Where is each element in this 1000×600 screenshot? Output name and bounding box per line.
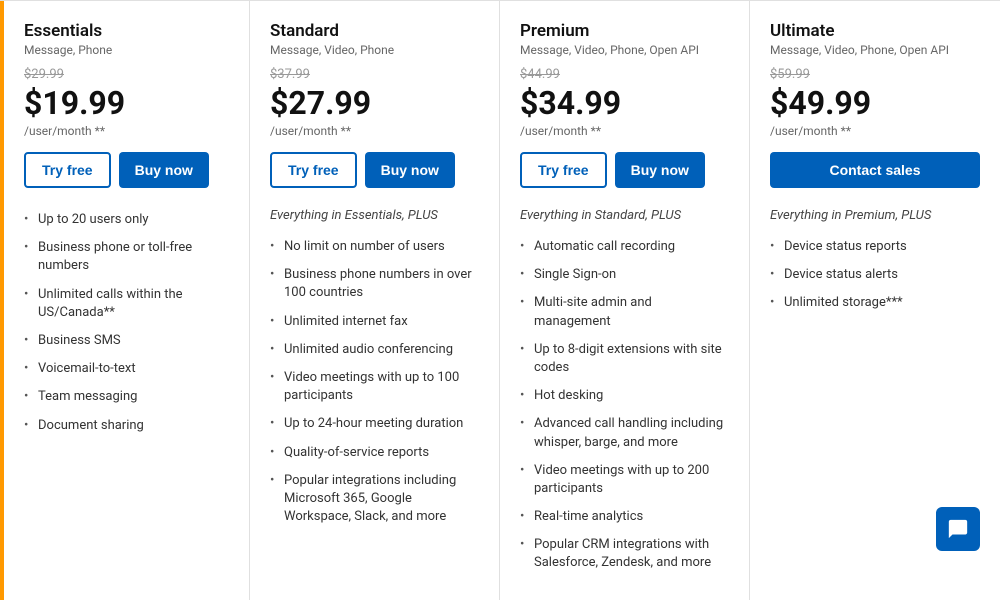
- list-item: Quality-of-service reports: [270, 441, 479, 465]
- list-item: Video meetings with up to 100 participan…: [270, 366, 479, 408]
- list-item: Popular integrations including Microsoft…: [270, 469, 479, 530]
- price-note-standard: /user/month **: [270, 124, 479, 138]
- section-label-premium: Everything in Standard, PLUS: [520, 208, 729, 223]
- chat-bubble[interactable]: [936, 507, 980, 551]
- feature-list-premium: Automatic call recording Single Sign-on Mu…: [520, 235, 729, 576]
- section-label-standard: Everything in Essentials, PLUS: [270, 208, 479, 223]
- contact-sales-button[interactable]: Contact sales: [770, 152, 980, 188]
- original-price-premium: $44.99: [520, 67, 729, 82]
- original-price-essentials: $29.99: [24, 67, 229, 82]
- price-note-essentials: /user/month **: [24, 124, 229, 138]
- btn-row-premium: Try free Buy now: [520, 152, 729, 188]
- btn-row-essentials: Try free Buy now: [24, 152, 229, 188]
- section-label-ultimate: Everything in Premium, PLUS: [770, 208, 980, 223]
- plan-channels-ultimate: Message, Video, Phone, Open API: [770, 43, 980, 57]
- current-price-essentials: $19.99: [24, 84, 229, 122]
- list-item: Automatic call recording: [520, 235, 729, 259]
- btn-row-standard: Try free Buy now: [270, 152, 479, 188]
- current-price-ultimate: $49.99: [770, 84, 980, 122]
- list-item: Popular CRM integrations with Salesforce…: [520, 533, 729, 575]
- list-item: Single Sign-on: [520, 263, 729, 287]
- plan-channels-essentials: Message, Phone: [24, 43, 229, 57]
- price-note-ultimate: /user/month **: [770, 124, 980, 138]
- list-item: Voicemail-to-text: [24, 357, 229, 381]
- list-item: Hot desking: [520, 384, 729, 408]
- plan-channels-premium: Message, Video, Phone, Open API: [520, 43, 729, 57]
- buy-now-button-essentials[interactable]: Buy now: [119, 152, 209, 188]
- list-item: Business phone numbers in over 100 count…: [270, 263, 479, 305]
- feature-list-essentials: Up to 20 users only Business phone or tol…: [24, 208, 229, 438]
- list-item: Real-time analytics: [520, 505, 729, 529]
- list-item: Business SMS: [24, 329, 229, 353]
- list-item: Device status reports: [770, 235, 980, 259]
- plan-name-ultimate: Ultimate: [770, 21, 980, 41]
- try-free-button-standard[interactable]: Try free: [270, 152, 357, 188]
- try-free-button-premium[interactable]: Try free: [520, 152, 607, 188]
- feature-list-standard: No limit on number of users Business phon…: [270, 235, 479, 529]
- list-item: Unlimited calls within the US/Canada**: [24, 283, 229, 325]
- plan-channels-standard: Message, Video, Phone: [270, 43, 479, 57]
- plan-standard: Standard Message, Video, Phone $37.99 $2…: [250, 1, 500, 600]
- original-price-standard: $37.99: [270, 67, 479, 82]
- list-item: Up to 24-hour meeting duration: [270, 412, 479, 436]
- list-item: Multi-site admin and management: [520, 291, 729, 333]
- plan-premium: Premium Message, Video, Phone, Open API …: [500, 1, 750, 600]
- list-item: Device status alerts: [770, 263, 980, 287]
- list-item: Document sharing: [24, 414, 229, 438]
- plan-name-standard: Standard: [270, 21, 479, 41]
- current-price-premium: $34.99: [520, 84, 729, 122]
- list-item: Unlimited storage***: [770, 291, 980, 315]
- list-item: Unlimited audio conferencing: [270, 338, 479, 362]
- buy-now-button-premium[interactable]: Buy now: [615, 152, 705, 188]
- plan-name-essentials: Essentials: [24, 21, 229, 41]
- pricing-grid: Essentials Message, Phone $29.99 $19.99 …: [0, 0, 1000, 600]
- list-item: Team messaging: [24, 385, 229, 409]
- list-item: Business phone or toll-free numbers: [24, 236, 229, 278]
- chat-icon: [947, 518, 969, 540]
- feature-list-ultimate: Device status reports Device status alert…: [770, 235, 980, 316]
- buy-now-button-standard[interactable]: Buy now: [365, 152, 455, 188]
- try-free-button-essentials[interactable]: Try free: [24, 152, 111, 188]
- plan-name-premium: Premium: [520, 21, 729, 41]
- current-price-standard: $27.99: [270, 84, 479, 122]
- plan-essentials: Essentials Message, Phone $29.99 $19.99 …: [0, 1, 250, 600]
- price-note-premium: /user/month **: [520, 124, 729, 138]
- list-item: Advanced call handling including whisper…: [520, 412, 729, 454]
- list-item: Up to 8-digit extensions with site codes: [520, 338, 729, 380]
- list-item: Unlimited internet fax: [270, 310, 479, 334]
- list-item: No limit on number of users: [270, 235, 479, 259]
- list-item: Up to 20 users only: [24, 208, 229, 232]
- list-item: Video meetings with up to 200 participan…: [520, 459, 729, 501]
- original-price-ultimate: $59.99: [770, 67, 980, 82]
